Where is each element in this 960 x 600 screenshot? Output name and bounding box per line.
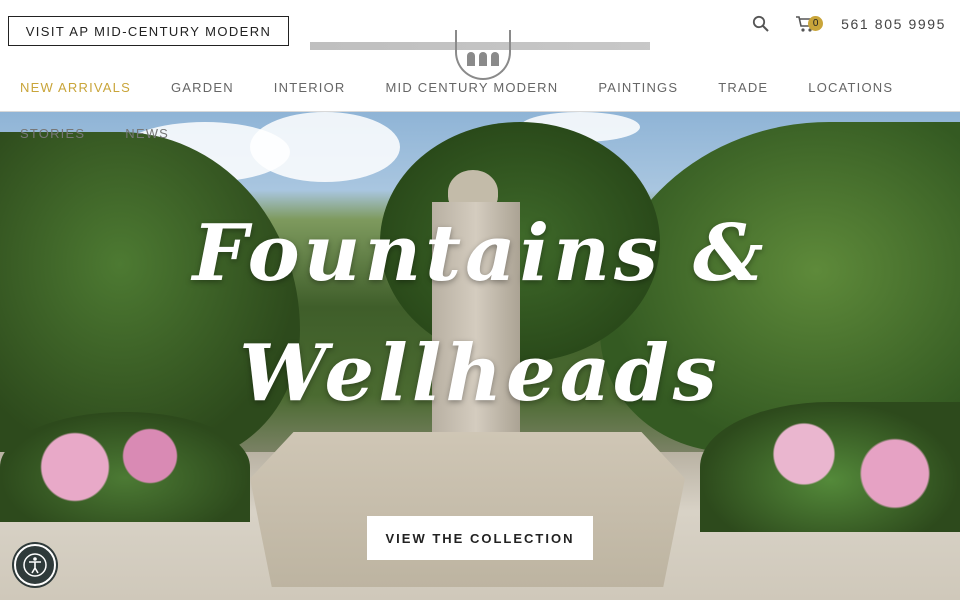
logo-emblem	[455, 30, 511, 80]
site-header: VISIT AP MID-CENTURY MODERN 0 561 805 99…	[0, 0, 960, 112]
cart-count-badge: 0	[808, 16, 824, 31]
nav-item-new-arrivals[interactable]: NEW ARRIVALS	[20, 80, 131, 98]
hero-banner: Fountains & Wellheads VIEW THE COLLECTIO…	[0, 112, 960, 600]
visit-mid-century-button[interactable]: VISIT AP MID-CENTURY MODERN	[8, 16, 289, 46]
nav-item-interior[interactable]: INTERIOR	[274, 80, 346, 98]
site-logo[interactable]	[300, 30, 660, 80]
nav-item-stories[interactable]: STORIES	[20, 126, 85, 141]
secondary-nav: STORIES NEWS	[20, 126, 209, 141]
view-collection-button[interactable]: VIEW THE COLLECTION	[367, 516, 593, 560]
nav-item-garden[interactable]: GARDEN	[171, 80, 234, 98]
hero-title: Fountains & Wellheads	[0, 194, 960, 434]
hero-title-line1: Fountains &	[192, 208, 768, 299]
nav-item-locations[interactable]: LOCATIONS	[808, 80, 893, 98]
cart-icon[interactable]: 0	[795, 14, 824, 34]
cloud	[250, 112, 400, 182]
search-icon[interactable]	[751, 14, 771, 34]
main-nav: NEW ARRIVALS GARDEN INTERIOR MID CENTURY…	[0, 80, 960, 98]
nav-item-mid-century-modern[interactable]: MID CENTURY MODERN	[386, 80, 559, 98]
accessibility-icon[interactable]	[14, 544, 56, 586]
nav-item-trade[interactable]: TRADE	[718, 80, 768, 98]
hero-title-line2: Wellheads	[239, 328, 721, 419]
nav-item-paintings[interactable]: PAINTINGS	[598, 80, 678, 98]
fountain-basin	[250, 432, 685, 587]
header-tools: 0 561 805 9995	[751, 14, 946, 34]
phone-number[interactable]: 561 805 9995	[841, 16, 946, 32]
nav-item-news[interactable]: NEWS	[125, 126, 169, 141]
